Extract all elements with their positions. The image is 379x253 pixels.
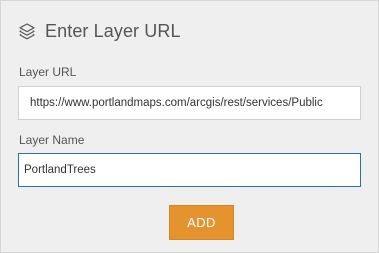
- layer-url-label: Layer URL: [19, 65, 77, 79]
- layer-url-input[interactable]: [18, 86, 361, 120]
- layer-name-input[interactable]: [18, 153, 361, 187]
- panel-header: Enter Layer URL: [18, 19, 181, 43]
- layers-icon: [18, 22, 36, 40]
- add-button[interactable]: ADD: [169, 205, 234, 240]
- layer-name-label: Layer Name: [19, 133, 85, 147]
- add-layer-panel: Enter Layer URL Layer URL Layer Name ADD: [0, 0, 379, 253]
- panel-title: Enter Layer URL: [45, 20, 181, 41]
